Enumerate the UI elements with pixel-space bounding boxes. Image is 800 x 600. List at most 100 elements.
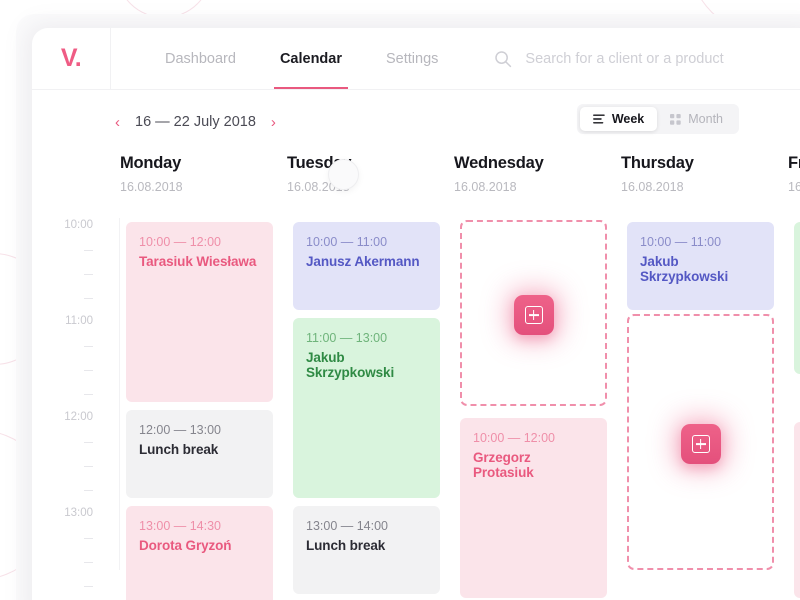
calendar-event[interactable]: 10:00 — 11:00 Jakub Skrzypkowski — [627, 222, 774, 310]
event-title: Janusz Akermann — [306, 254, 420, 269]
day-column-wednesday[interactable]: 10:00 — 12:00 Grzegorz Protasiuk — [454, 218, 621, 598]
nav-item-dashboard[interactable]: Dashboard — [143, 28, 258, 89]
day-column-tuesday[interactable]: 10:00 — 11:00 Janusz Akermann 11:00 — 13:0… — [287, 218, 454, 594]
event-time: 11:00 — 13:00 — [306, 331, 388, 345]
add-event-button[interactable] — [680, 424, 721, 464]
day-name-friday: Friday — [788, 154, 800, 172]
day-date-thursday: 16.08.2018 — [621, 180, 684, 194]
time-tick — [84, 562, 93, 563]
time-label: 11:00 — [65, 315, 93, 327]
calendar-event[interactable]: 10:00 — 11:00 Janusz Akermann — [293, 222, 440, 310]
plus-icon — [691, 435, 710, 453]
calendar-event[interactable]: 11:00 — 13:00 Jakub Skrzypkowski — [293, 318, 440, 498]
calendar-event[interactable]: 12:00 — 13:00 Lunch break — [126, 410, 273, 498]
time-label: 13:00 — [64, 507, 93, 519]
day-name-wednesday: Wednesday — [454, 154, 544, 172]
event-title: Dorota Gryzoń — [139, 538, 232, 553]
nav-item-calendar[interactable]: Calendar — [258, 28, 364, 89]
app-header: V. Dashboard Calendar Settings — [32, 28, 800, 90]
prev-week-icon[interactable]: ‹ — [114, 113, 121, 132]
grid-icon — [670, 113, 681, 125]
view-button-week[interactable]: Week — [579, 107, 658, 131]
time-tick — [84, 370, 93, 371]
event-title: Lunch break — [139, 442, 219, 457]
view-label-week: Week — [611, 112, 645, 126]
time-tick — [84, 586, 93, 587]
view-label-month: Month — [688, 112, 723, 126]
time-tick — [84, 466, 93, 467]
app-root: V. Dashboard Calendar Settings Search fo… — [0, 0, 800, 600]
event-title: Grzegorz Protasiuk — [473, 450, 534, 480]
day-header-wednesday[interactable]: Wednesday 16.08.2018 — [454, 154, 621, 218]
date-navigator: ‹ 16 — 22 July 2018 › — [114, 113, 277, 132]
time-tick — [84, 538, 93, 539]
day-header-friday[interactable]: Friday 16.08.2018 — [788, 154, 800, 218]
calendar-event[interactable]: 10:00 — 12:00 Tarasiuk Wiesława — [126, 222, 273, 402]
drag-cursor-indicator — [328, 159, 359, 190]
day-header-monday[interactable]: Monday 16.08.2018 — [120, 154, 287, 218]
calendar-event[interactable]: 13:00 — 14:30 Dorota Gryzoń — [126, 506, 273, 600]
app-window: V. Dashboard Calendar Settings Search fo… — [32, 28, 800, 600]
day-column-friday[interactable]: 10:00 — 11:00Jakub Skrzypkowski — [788, 218, 800, 598]
time-tick — [84, 250, 93, 251]
calendar-grid: 10:00 11:00 12:00 13:00 10:00 — 12:00 Tarasi… — [32, 218, 800, 600]
nav-item-settings[interactable]: Settings — [364, 28, 460, 89]
calendar-event[interactable]: 13:00 — 14:00 Lunch break — [293, 506, 440, 594]
logo-cell[interactable]: V. — [32, 28, 111, 89]
event-time: 10:00 — 12:00 — [139, 235, 222, 249]
day-name-tuesday: Tuesday — [287, 154, 352, 172]
time-tick — [84, 442, 93, 443]
event-dropzone[interactable] — [460, 220, 607, 406]
day-header-thursday[interactable]: Thursday 16.08.2018 — [621, 154, 788, 218]
view-toggle: Week Month — [576, 104, 739, 134]
search-area — [460, 28, 800, 89]
event-time: 10:00 — 11:00 — [640, 235, 722, 249]
event-dropzone[interactable] — [627, 314, 774, 570]
time-tick — [84, 346, 93, 347]
list-icon — [592, 114, 605, 124]
event-time: 10:00 — 12:00 — [473, 431, 556, 445]
day-date-tuesday: 16.08.2018 — [287, 180, 350, 194]
day-header-row: Monday 16.08.2018 Tuesday 16.08.2018 Wed… — [32, 154, 800, 218]
day-name-thursday: Thursday — [621, 154, 694, 172]
calendar-event[interactable] — [794, 422, 800, 598]
time-axis: 10:00 11:00 12:00 13:00 — [32, 218, 120, 587]
event-time: 13:00 — 14:30 — [139, 519, 222, 533]
event-time: 12:00 — 13:00 — [139, 423, 222, 437]
calendar-event[interactable]: 10:00 — 11:00Jakub Skrzypkowski — [794, 222, 800, 374]
calendar-event[interactable]: 10:00 — 12:00 Grzegorz Protasiuk — [460, 418, 607, 598]
day-header-tuesday[interactable]: Tuesday 16.08.2018 — [287, 154, 454, 218]
day-date-friday: 16.08.2018 — [788, 180, 800, 194]
day-column-monday[interactable]: 10:00 — 12:00 Tarasiuk Wiesława 12:00 — 13… — [120, 218, 287, 600]
time-tick — [84, 274, 93, 275]
nav-label-settings: Settings — [386, 50, 439, 67]
nav-label-dashboard: Dashboard — [165, 50, 236, 67]
time-tick — [84, 394, 93, 395]
search-icon — [495, 50, 512, 67]
nav-label-calendar: Calendar — [279, 50, 342, 67]
next-week-icon[interactable]: › — [270, 113, 277, 132]
main-nav: Dashboard Calendar Settings — [111, 28, 460, 89]
search-input[interactable] — [525, 50, 800, 67]
add-event-button[interactable] — [513, 295, 554, 335]
time-tick — [84, 490, 93, 491]
day-name-monday: Monday — [120, 154, 182, 172]
calendar-toolbar: ‹ 16 — 22 July 2018 › Week Month — [32, 90, 800, 154]
date-range-label: 16 — 22 July 2018 — [135, 114, 256, 130]
time-label: 12:00 — [64, 411, 93, 423]
event-title: Lunch break — [306, 538, 386, 553]
plus-icon — [524, 306, 543, 324]
day-column-thursday[interactable]: 10:00 — 11:00 Jakub Skrzypkowski — [621, 218, 788, 570]
event-time: 13:00 — 14:00 — [306, 519, 389, 533]
event-title: Tarasiuk Wiesława — [139, 254, 257, 269]
event-time: 10:00 — 11:00 — [306, 235, 388, 249]
app-logo: V. — [60, 44, 82, 72]
view-button-month[interactable]: Month — [657, 107, 736, 131]
day-columns: 10:00 — 12:00 Tarasiuk Wiesława 12:00 — 13… — [120, 218, 800, 600]
day-date-wednesday: 16.08.2018 — [454, 180, 517, 194]
event-title: Jakub Skrzypkowski — [640, 254, 729, 284]
time-tick — [84, 298, 93, 299]
day-date-monday: 16.08.2018 — [120, 180, 183, 194]
event-title: Jakub Skrzypkowski — [306, 350, 395, 380]
time-label: 10:00 — [64, 219, 93, 231]
